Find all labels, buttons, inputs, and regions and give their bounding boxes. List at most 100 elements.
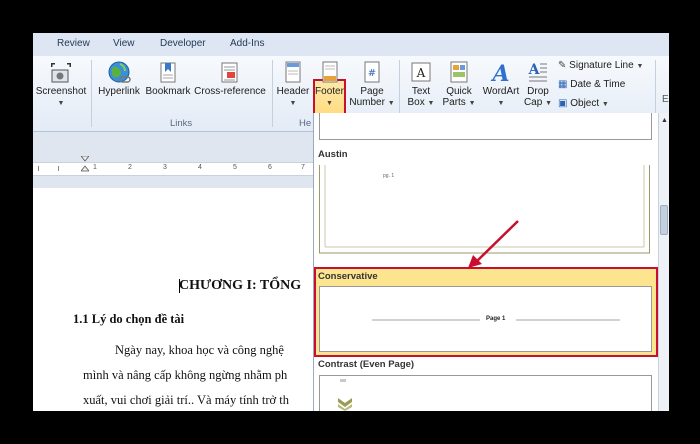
ruler-number: 3 — [163, 164, 167, 171]
wordart-icon: A — [490, 61, 509, 86]
gallery-scrollbar[interactable]: ▲ — [658, 113, 669, 411]
date-time-label: Date & Time — [570, 79, 626, 90]
ruler-number: 4 — [198, 164, 202, 171]
svg-text:A: A — [416, 66, 426, 80]
footer-gallery[interactable]: Austin pg. 1 Conservative Page 1 Contras… — [313, 113, 659, 411]
quick-parts-label-1: Quick — [446, 86, 472, 97]
paragraph-line: xuất, vui chơi giải trí.. Và máy tính tr… — [83, 393, 290, 407]
scroll-up-arrow-icon[interactable]: ▲ — [661, 117, 668, 124]
austin-page-text: pg. 1 — [383, 173, 395, 179]
equation-partial-label[interactable]: E — [662, 94, 669, 105]
chevron-down-icon: ▼ — [601, 101, 609, 108]
wordart-button[interactable]: A WordArt ▼ — [479, 60, 523, 108]
chevron-down-icon: ▼ — [545, 100, 553, 107]
object-label: Object — [570, 98, 600, 109]
header-icon — [285, 61, 301, 83]
section-heading: 1.1 Lý do chọn đề tài — [73, 312, 185, 326]
screenshot-label: Screenshot — [35, 86, 87, 97]
contrast-preview — [338, 379, 352, 411]
signature-icon: ✎ — [558, 60, 567, 71]
page-number-button[interactable]: # Page Number ▼ — [349, 60, 395, 109]
chevron-down-icon: ▼ — [468, 100, 476, 107]
ruler-number: 5 — [233, 164, 237, 171]
object-button[interactable]: ▣ Object ▼ — [558, 98, 609, 109]
gallery-thumbnail-previous[interactable] — [319, 113, 652, 140]
indent-marker-icon[interactable] — [81, 156, 89, 172]
ruler-tick — [38, 166, 39, 171]
chevron-down-icon: ▼ — [326, 100, 333, 107]
chevron-down-icon: ▼ — [427, 100, 435, 107]
paragraph-line: Ngày nay, khoa học và công nghệ — [115, 343, 284, 357]
text-box-label-2: Box — [407, 97, 425, 108]
bookmark-label: Bookmark — [145, 86, 191, 97]
drop-cap-icon: A — [528, 62, 547, 82]
chevron-down-icon: ▼ — [497, 100, 505, 107]
quick-parts-label-2: Parts — [442, 97, 466, 108]
header-button[interactable]: Header ▼ — [274, 60, 312, 108]
conservative-preview — [372, 319, 620, 321]
gallery-heading-conservative: Conservative — [318, 271, 378, 282]
chevron-down-icon: ▼ — [57, 100, 65, 107]
footer-icon — [322, 61, 337, 83]
header-footer-group-label: He — [299, 118, 312, 129]
ruler-bar: 1 2 3 4 5 6 7 — [33, 162, 313, 176]
text-box-button[interactable]: A Text Box ▼ — [403, 60, 439, 109]
document-page[interactable]: CHƯƠNG I: TỔNG 1.1 Lý do chọn đề tài Ngà… — [33, 188, 313, 411]
drop-cap-label-row: Cap ▼ — [523, 97, 553, 109]
pointer-arrow-icon — [468, 220, 519, 268]
svg-text:#: # — [368, 68, 376, 79]
ruler-number: 2 — [128, 164, 132, 171]
gallery-thumbnail-contrast[interactable] — [319, 375, 652, 411]
drop-cap-button[interactable]: A Drop Cap ▼ — [523, 60, 553, 109]
hyperlink-button[interactable]: Hyperlink — [95, 60, 143, 97]
svg-text:A: A — [528, 62, 541, 78]
cross-reference-label: Cross-reference — [194, 86, 266, 97]
quick-parts-label-row: Parts ▼ — [440, 97, 478, 109]
page-number-icon: # — [364, 61, 380, 83]
tab-view[interactable]: View — [113, 38, 135, 49]
text-box-label-1: Text — [411, 86, 431, 97]
text-box-label-row: Box ▼ — [403, 97, 439, 109]
text-box-icon: A — [411, 62, 431, 82]
signature-line-label: Signature Line — [569, 60, 634, 71]
object-icon: ▣ — [558, 98, 568, 109]
drop-cap-label-1: Drop — [527, 86, 549, 97]
footer-button[interactable]: Footer ▼ — [313, 60, 346, 108]
screenshot-button[interactable]: Screenshot ▼ — [35, 60, 87, 108]
group-divider — [272, 60, 273, 127]
gallery-heading-contrast: Contrast (Even Page) — [318, 359, 415, 370]
tab-add-ins[interactable]: Add-Ins — [230, 38, 264, 49]
date-time-button[interactable]: ▦ Date & Time — [558, 79, 625, 90]
bookmark-icon — [160, 62, 176, 83]
gallery-thumbnail-conservative[interactable]: Page 1 — [319, 286, 652, 352]
chapter-title: CHƯƠNG I: TỔNG — [179, 278, 302, 293]
calendar-icon: ▦ — [558, 79, 568, 90]
page-number-label-1: Page — [360, 86, 384, 97]
screenshot-icon — [51, 63, 71, 83]
chevron-down-icon: ▼ — [387, 100, 395, 107]
quick-parts-button[interactable]: Quick Parts ▼ — [440, 60, 478, 109]
svg-text:A: A — [490, 61, 509, 86]
links-group-label: Links — [170, 118, 193, 129]
ruler-number: 6 — [268, 164, 272, 171]
drop-cap-label-2: Cap — [523, 97, 543, 108]
cross-reference-button[interactable]: Cross-reference — [193, 60, 267, 97]
word-window: Review View Developer Add-Ins Screenshot… — [33, 33, 669, 411]
bookmark-button[interactable]: Bookmark — [144, 60, 192, 97]
page-number-label-row: Number ▼ — [349, 97, 395, 109]
hyperlink-label: Hyperlink — [98, 86, 140, 97]
gallery-heading-austin: Austin — [318, 149, 348, 160]
chevron-down-icon: ▼ — [636, 63, 644, 70]
horizontal-ruler[interactable]: 1 2 3 4 5 6 7 — [33, 132, 313, 188]
cross-reference-icon — [221, 62, 238, 83]
quick-parts-icon — [450, 61, 468, 83]
tab-developer[interactable]: Developer — [160, 38, 206, 49]
tab-review[interactable]: Review — [57, 38, 90, 49]
ruler-number: 7 — [301, 164, 305, 171]
wordart-label: WordArt — [482, 86, 520, 97]
conservative-page-text: Page 1 — [486, 316, 506, 322]
signature-line-button[interactable]: ✎ Signature Line ▼ — [558, 60, 643, 71]
header-label: Header — [276, 86, 310, 97]
paragraph-line: mình và nâng cấp không ngừng nhằm ph — [83, 368, 288, 382]
scrollbar-thumb[interactable] — [660, 205, 668, 235]
